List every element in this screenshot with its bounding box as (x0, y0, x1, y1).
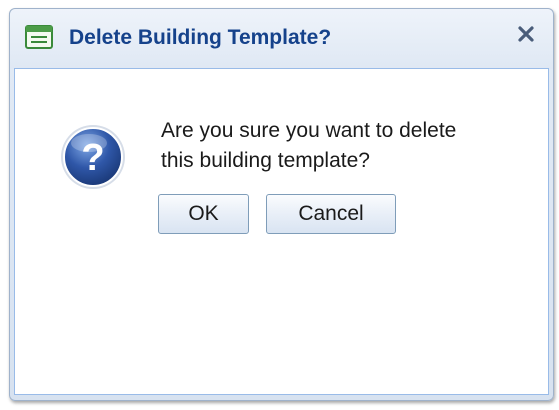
message-line-2: this building template? (161, 149, 370, 172)
dialog-titlebar[interactable]: Delete Building Template? (10, 9, 553, 69)
close-icon (516, 24, 536, 49)
question-icon: ? (59, 123, 127, 191)
close-button[interactable] (513, 23, 539, 49)
svg-text:?: ? (81, 137, 104, 179)
dialog-title: Delete Building Template? (69, 26, 332, 49)
dialog-window: Delete Building Template? ? Are you sure… (9, 8, 554, 401)
ok-button[interactable]: OK (158, 194, 249, 234)
dialog-message: Are you sure you want to delete this bui… (161, 116, 531, 176)
message-line-1: Are you sure you want to delete (161, 119, 457, 142)
window-form-icon (25, 25, 53, 49)
cancel-button[interactable]: Cancel (266, 194, 396, 234)
dialog-body: ? Are you sure you want to delete this b… (14, 68, 549, 395)
